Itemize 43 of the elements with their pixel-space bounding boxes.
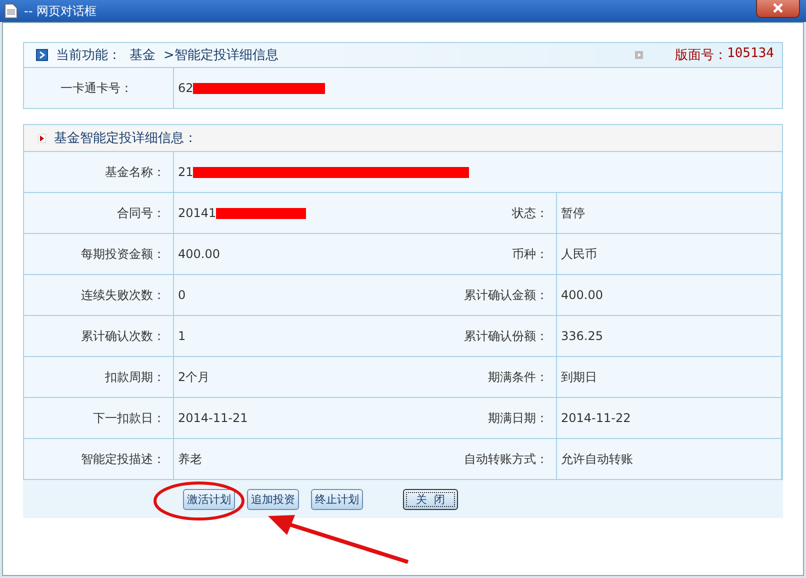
- field-value: 336.25: [561, 329, 603, 343]
- field-label: 下一扣款日：: [24, 398, 174, 439]
- field-label: 期满条件：: [405, 357, 557, 398]
- field-label: 每期投资金额：: [24, 234, 174, 275]
- field-value: 暂停: [561, 204, 585, 222]
- field-value: 到期日: [561, 368, 597, 386]
- field-label: 基金名称：: [24, 152, 174, 193]
- field-value: 21: [178, 165, 194, 179]
- field-value: 1: [178, 329, 186, 343]
- page-number-label: 版面号：: [675, 47, 728, 64]
- field-value: 2014-11-22: [561, 411, 631, 425]
- field-label: 币种：: [405, 234, 557, 275]
- action-button[interactable]: 激活计划: [183, 488, 235, 510]
- field-label: 扣款周期：: [24, 357, 174, 398]
- field-value: 400.00: [178, 247, 220, 261]
- field-label: 合同号：: [24, 193, 174, 234]
- field-value: 2个月: [178, 368, 210, 386]
- document-icon: [4, 3, 18, 19]
- breadcrumb: 当前功能： 基金 >智能定投详细信息: [56, 47, 278, 64]
- field-label: 累计确认次数：: [24, 316, 174, 357]
- close-icon: [772, 3, 784, 13]
- field-label: 连续失败次数：: [24, 275, 174, 316]
- window-title: -- 网页对话框: [24, 2, 96, 20]
- field-label: 累计确认金额：: [405, 275, 557, 316]
- field-label: 一卡通卡号：: [24, 68, 174, 108]
- triangle-icon: [38, 134, 46, 142]
- close-button[interactable]: [756, 0, 800, 18]
- action-button[interactable]: 终止计划: [311, 488, 363, 510]
- field-label: 状态：: [405, 193, 557, 234]
- field-label: 累计确认份额：: [405, 316, 557, 357]
- field-value: 2014-11-21: [178, 411, 248, 425]
- action-button[interactable]: 追加投资: [247, 488, 299, 510]
- page-number: 105134: [727, 46, 774, 63]
- section-title: 基金智能定投详细信息：: [54, 130, 197, 147]
- field-value: 62: [178, 81, 194, 95]
- field-value: 400.00: [561, 288, 603, 302]
- field-value: 20141: [178, 206, 216, 220]
- field-value: 养老: [178, 450, 202, 468]
- field-value: 允许自动转账: [561, 450, 633, 468]
- field-value: 人民币: [561, 246, 597, 262]
- field-label: 期满日期：: [405, 398, 557, 439]
- field-value: 0: [178, 288, 186, 302]
- action-button[interactable]: 关 闭: [403, 488, 458, 510]
